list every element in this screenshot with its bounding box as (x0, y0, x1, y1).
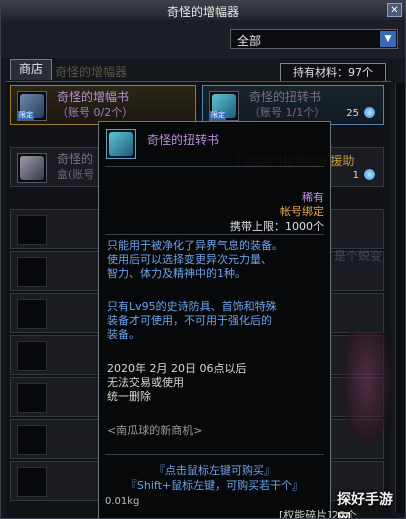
background-character-art (339, 332, 394, 452)
background-ghost-text: 是个蜕变 (334, 249, 383, 263)
item-price: 1 (352, 170, 359, 181)
divider (105, 234, 324, 235)
item-slot (17, 383, 47, 413)
background-ghost-text: 奇怪的增幅器 (55, 65, 128, 79)
item-slot (17, 215, 47, 245)
list-scrollbar[interactable] (395, 83, 405, 513)
tooltip-buy-hint: 『点击鼠标左键可购买』 (154, 464, 275, 477)
category-filter-value: 全部 (237, 34, 262, 48)
watermark-logo: 探好手游网 (337, 492, 393, 518)
item-name: 奇怪的增幅书 (57, 90, 130, 104)
materials-count: 持有材料：97个 (280, 63, 386, 83)
tooltip-description-line: 只能用于被净化了异界气息的装备。 (107, 239, 283, 252)
title-bar[interactable]: 奇怪的增幅器 ✕ (1, 1, 405, 21)
chevron-down-icon[interactable]: ▼ (380, 31, 396, 47)
item-limit: （账号 1/1个） (249, 106, 326, 119)
tooltip-description-line: 智力、体力及精神中的1种。 (107, 267, 246, 280)
tooltip-expire-line: 统一删除 (107, 390, 151, 403)
amplifier-window: 奇怪的增幅器 ✕ 全部 ▼ 商店 奇怪的增幅器 持有材料：97个 限定 奇怪的增… (0, 0, 406, 519)
book-icon (109, 132, 133, 156)
item-tooltip: 奇怪的扭转书 稀有 帐号绑定 携带上限：1000个 只能用于被净化了异界气息的装… (98, 121, 331, 518)
item-slot (17, 153, 47, 183)
tooltip-carry-limit: 携带上限：1000个 (230, 220, 324, 233)
tooltip-description-line: 装备才可使用，不可用于强化后的 (107, 314, 272, 327)
item-slot (17, 467, 47, 497)
item-limit: （账号 0/2个） (57, 106, 134, 119)
tooltip-description-line: 装备。 (107, 328, 140, 341)
limited-badge: 限定 (210, 111, 226, 120)
shard-coin-icon (364, 169, 375, 180)
box-icon (20, 156, 44, 180)
close-icon[interactable]: ✕ (387, 3, 402, 17)
item-slot (17, 425, 47, 455)
item-name: 奇怪的 (57, 152, 94, 166)
tab-shop[interactable]: 商店 (10, 59, 52, 80)
divider (105, 166, 324, 167)
shard-coin-icon (364, 107, 375, 118)
tooltip-expire-line: 无法交易或使用 (107, 376, 184, 389)
tooltip-item-slot (106, 129, 136, 159)
tooltip-description-line: 使用后可以选择变更异次元力量、 (107, 253, 272, 266)
tooltip-bind-type: 帐号绑定 (280, 205, 324, 218)
item-limit: 盒(账号 (57, 168, 95, 181)
item-name: 奇怪的扭转书 (249, 90, 322, 104)
item-price: 25 (346, 108, 359, 119)
tooltip-description-line: 只有Lv95的史诗防具、首饰和特殊 (107, 300, 277, 313)
item-slot: 限定 (17, 91, 47, 121)
category-filter-dropdown[interactable]: 全部 ▼ (230, 29, 398, 49)
window-title: 奇怪的增幅器 (166, 5, 239, 19)
tooltip-weight: 0.01kg (105, 496, 140, 507)
item-slot (17, 299, 47, 329)
item-slot (17, 341, 47, 371)
limited-badge: 限定 (18, 111, 34, 120)
tooltip-expire-line: 2020年 2月 20日 06点以后 (107, 362, 247, 375)
shop-item-amplify-book[interactable]: 限定 奇怪的增幅书 （账号 0/2个） (10, 85, 196, 125)
divider (105, 454, 324, 455)
tooltip-bulk-buy-hint: 『Shift+鼠标左键，可购买若干个』 (125, 479, 304, 492)
tooltip-source: <南瓜球的新商机> (107, 424, 203, 437)
shop-item-twist-book[interactable]: 限定 奇怪的扭转书 （账号 1/1个） 25 (202, 85, 384, 125)
tooltip-item-name: 奇怪的扭转书 (147, 133, 220, 147)
item-slot (17, 257, 47, 287)
item-slot: 限定 (209, 91, 239, 121)
